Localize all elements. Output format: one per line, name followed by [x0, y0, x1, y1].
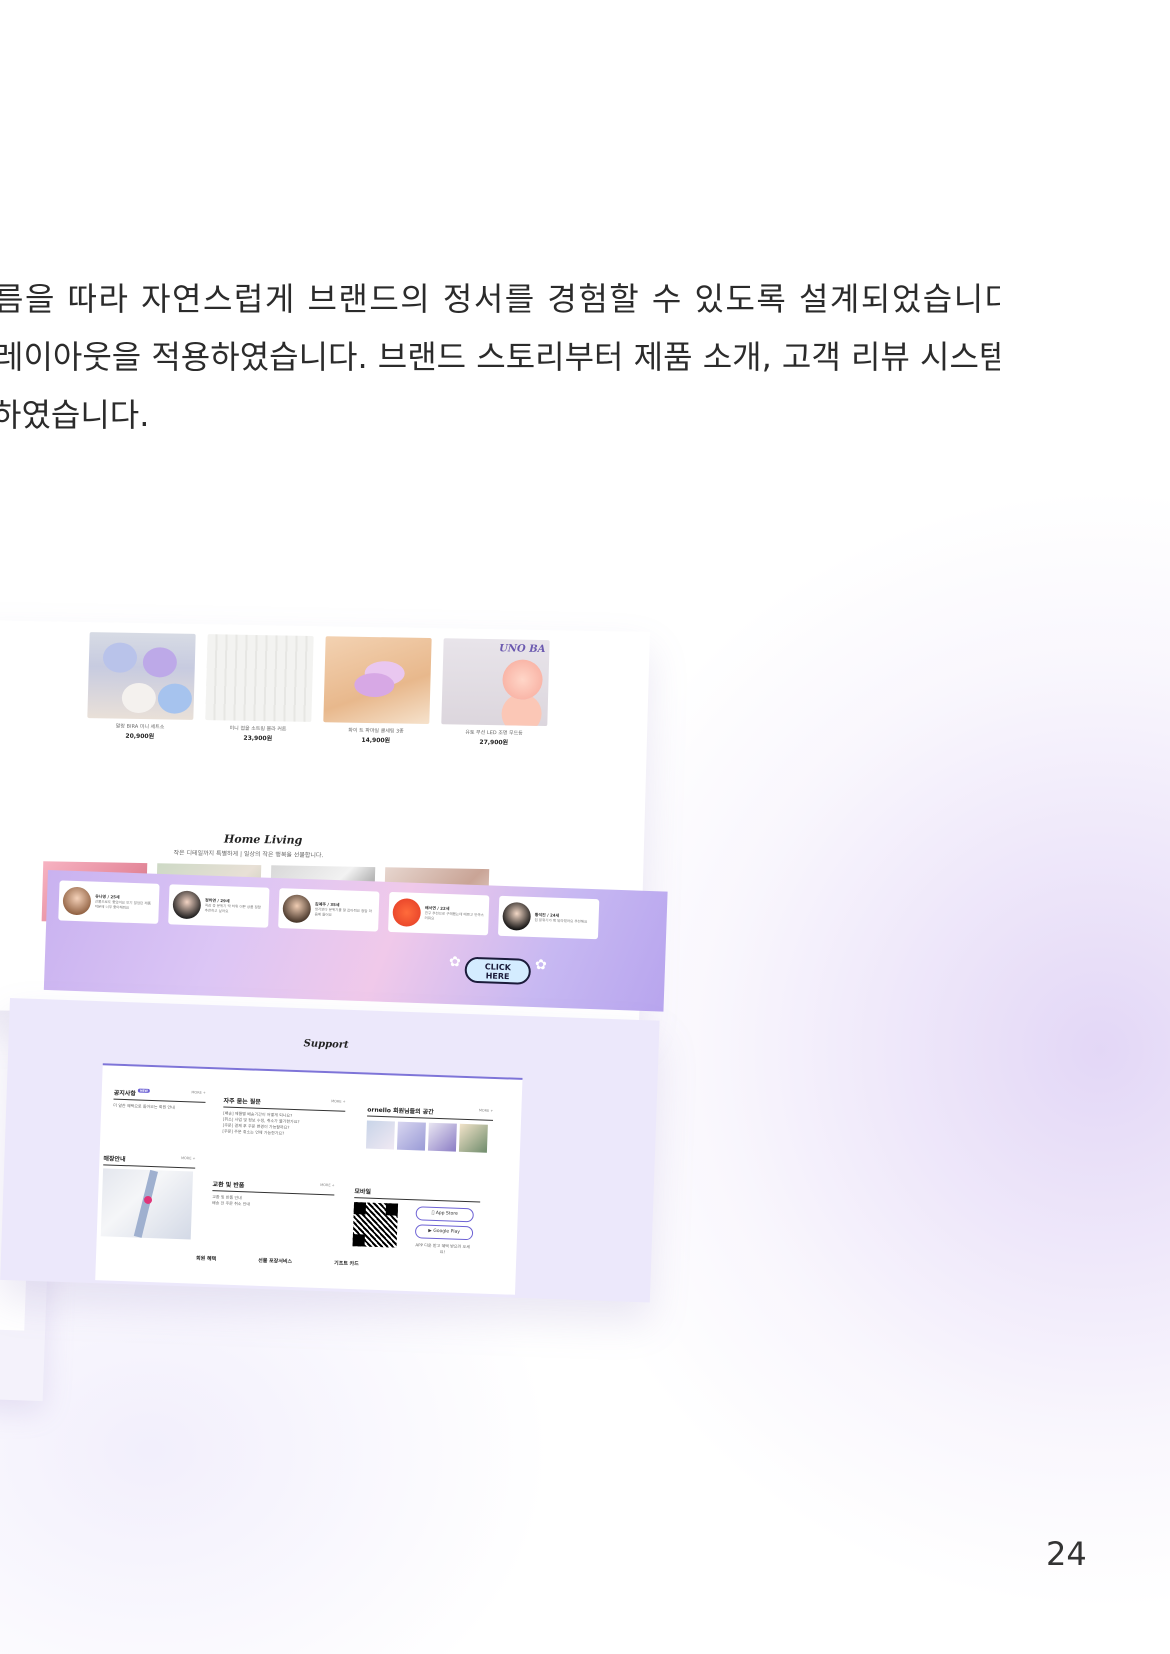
page-number: 24: [1046, 1535, 1087, 1573]
click-here-line-2: HERE: [485, 971, 510, 982]
faq-heading: 자주 묻는 질문: [223, 1097, 261, 1106]
community-more-link[interactable]: MORE +: [479, 1108, 494, 1117]
avatar: [62, 886, 92, 916]
store-map[interactable]: [100, 1168, 194, 1240]
product-image[interactable]: [205, 634, 314, 722]
avatar: [502, 901, 532, 931]
avatar: [282, 894, 312, 924]
product-brand-logo: UNO BA: [498, 643, 546, 656]
home-living-title: Home Living: [223, 832, 303, 847]
support-title: Support: [303, 1038, 349, 1051]
review-text: 친구 추천으로 구매했는데 예쁘고 만족스러워요: [424, 911, 484, 921]
support-section: Support 공지사항 NEW MORE + 더 알찬 혜택으로 돌아오는 회…: [0, 998, 660, 1303]
support-bottom-links: 회원 혜택 선물 포장서비스 기프트 카드: [196, 1255, 359, 1268]
community-heading: ornello 회원님들의 공간: [367, 1106, 434, 1116]
notice-column: 공지사항 NEW MORE + 더 알찬 혜택으로 돌아오는 회원 안내: [113, 1087, 206, 1112]
avatar: [392, 898, 422, 928]
faq-column: 자주 묻는 질문 MORE + [배송] 제품별 배송기간이 어떻게 되나요? …: [222, 1095, 346, 1139]
review-card[interactable]: 김예주 / 35세 생각보다 분위기를 잘 잡아줘요 정말 마음에 들어요: [278, 888, 380, 932]
gift-card-link[interactable]: 기프트 카드: [334, 1259, 359, 1267]
community-gallery: [365, 1120, 493, 1153]
review-card[interactable]: 유나영 / 25세 선물으로도 좋았어요 인기 많았던 제품 덕분에 너무 좋아…: [58, 880, 160, 924]
review-text: 직감 중 분위기 딱 하위 이쁜 상품 정말 추천하고 싶어요: [204, 903, 261, 914]
intro-text: 름을 따라 자연스럽게 브랜드의 정서를 경험할 수 있도록 설계되었습니다. …: [0, 270, 1000, 444]
product-card[interactable]: 말랑 BIRA 미니 세트소 20,900원: [87, 632, 196, 741]
click-here-button[interactable]: CLICK HERE: [464, 956, 532, 985]
app-store-button[interactable]:  App Store: [415, 1206, 474, 1223]
exchange-column: 교환 및 반품 MORE + 교환 및 반품 안내 배송 전 주문 취소 안내: [212, 1179, 335, 1210]
community-photo[interactable]: [396, 1121, 426, 1151]
intro-line-2: 레이아웃을 적용하였습니다. 브랜드 스토리부터 제품 소개, 고객 리뷰 시스…: [0, 338, 1000, 376]
store-more-link[interactable]: MORE +: [181, 1156, 196, 1165]
new-badge: NEW: [137, 1088, 150, 1093]
wing-left-icon: ✿: [448, 954, 462, 971]
review-text: 집 분위기가 확 달라졌어요 추천해요: [534, 917, 588, 924]
intro-line-3: 하였습니다.: [0, 396, 150, 434]
product-card[interactable]: 미니 접을 소트링 블라 커튼 23,900원: [205, 634, 314, 743]
community-photo[interactable]: [427, 1122, 457, 1152]
avatar: [172, 890, 202, 920]
review-card[interactable]: 정하연 / 29세 직감 중 분위기 딱 하위 이쁜 상품 정말 추천하고 싶어…: [168, 884, 270, 928]
product-image[interactable]: [87, 632, 196, 720]
website-mockup: 말랑 BIRA 미니 세트소 20,900원 미니 접을 소트링 블라 커튼 2…: [0, 600, 700, 1402]
product-price: 14,900원: [361, 736, 391, 745]
product-card[interactable]: UNO BA 유토 무선 LED 조명 무드등 27,900원: [441, 638, 550, 747]
community-photo[interactable]: [365, 1120, 395, 1150]
intro-line-1: 름을 따라 자연스럽게 브랜드의 정서를 경험할 수 있도록 설계되었습니다.: [0, 280, 1000, 318]
review-text: 생각보다 분위기를 잘 잡아줘요 정말 마음에 들어요: [314, 907, 372, 917]
community-column: ornello 회원님들의 공간 MORE +: [365, 1104, 494, 1153]
member-benefit-link[interactable]: 회원 혜택: [196, 1255, 216, 1263]
notice-heading: 공지사항 NEW: [113, 1088, 150, 1098]
home-living-subtitle: 작은 디테일까지 특별하게 | 일상의 작은 행복을 선물합니다.: [173, 849, 324, 860]
product-image[interactable]: UNO BA: [441, 638, 550, 727]
app-download-note: APP 다운 받고 혜택 받으러 오세요!: [415, 1242, 470, 1255]
product-list: 말랑 BIRA 미니 세트소 20,900원 미니 접을 소트링 블라 커튼 2…: [87, 632, 550, 747]
map-pin-icon: [143, 1195, 153, 1205]
review-list: 유나영 / 25세 선물으로도 좋았어요 인기 많았던 제품 덕분에 너무 좋아…: [58, 880, 600, 940]
faq-more-link[interactable]: MORE +: [331, 1099, 346, 1108]
mobile-column: 모바일  App Store ▶ Google Play APP 다운 받고 …: [352, 1186, 481, 1256]
review-card[interactable]: 배서연 / 22세 친구 추천으로 구매했는데 예쁘고 만족스러워요: [388, 891, 490, 936]
support-card: 공지사항 NEW MORE + 더 알찬 혜택으로 돌아오는 회원 안내 매장안…: [95, 1063, 523, 1295]
exchange-more-link[interactable]: MORE +: [320, 1183, 335, 1192]
store-column: 매장안내 MORE +: [100, 1153, 196, 1240]
product-card[interactable]: 화이 트 파마일 클세팅 3종 14,900원: [323, 636, 432, 745]
review-card[interactable]: 황석진 / 24세 집 분위기가 확 달라졌어요 추천해요: [497, 895, 600, 940]
qr-code[interactable]: [352, 1202, 399, 1248]
exchange-heading: 교환 및 반품: [212, 1181, 245, 1190]
product-image[interactable]: [323, 636, 432, 725]
community-photo[interactable]: [458, 1123, 488, 1153]
product-price: 27,900원: [479, 738, 509, 747]
store-heading: 매장안내: [103, 1155, 126, 1164]
notice-more-link[interactable]: MORE +: [191, 1090, 206, 1099]
google-play-button[interactable]: ▶ Google Play: [414, 1224, 474, 1241]
review-text: 선물으로도 좋았어요 인기 많았던 제품 덕분에 너무 좋아해줘요: [94, 899, 151, 910]
product-price: 20,900원: [125, 732, 155, 741]
gift-wrap-link[interactable]: 선물 포장서비스: [258, 1257, 292, 1265]
wing-right-icon: ✿: [534, 957, 547, 974]
product-price: 23,900원: [243, 734, 273, 743]
mobile-heading: 모바일: [354, 1188, 372, 1196]
notice-item[interactable]: 더 알찬 혜택으로 돌아오는 회원 안내: [113, 1103, 205, 1112]
review-section: 유나영 / 25세 선물으로도 좋았어요 인기 많았던 제품 덕분에 너무 좋아…: [43, 870, 668, 1012]
